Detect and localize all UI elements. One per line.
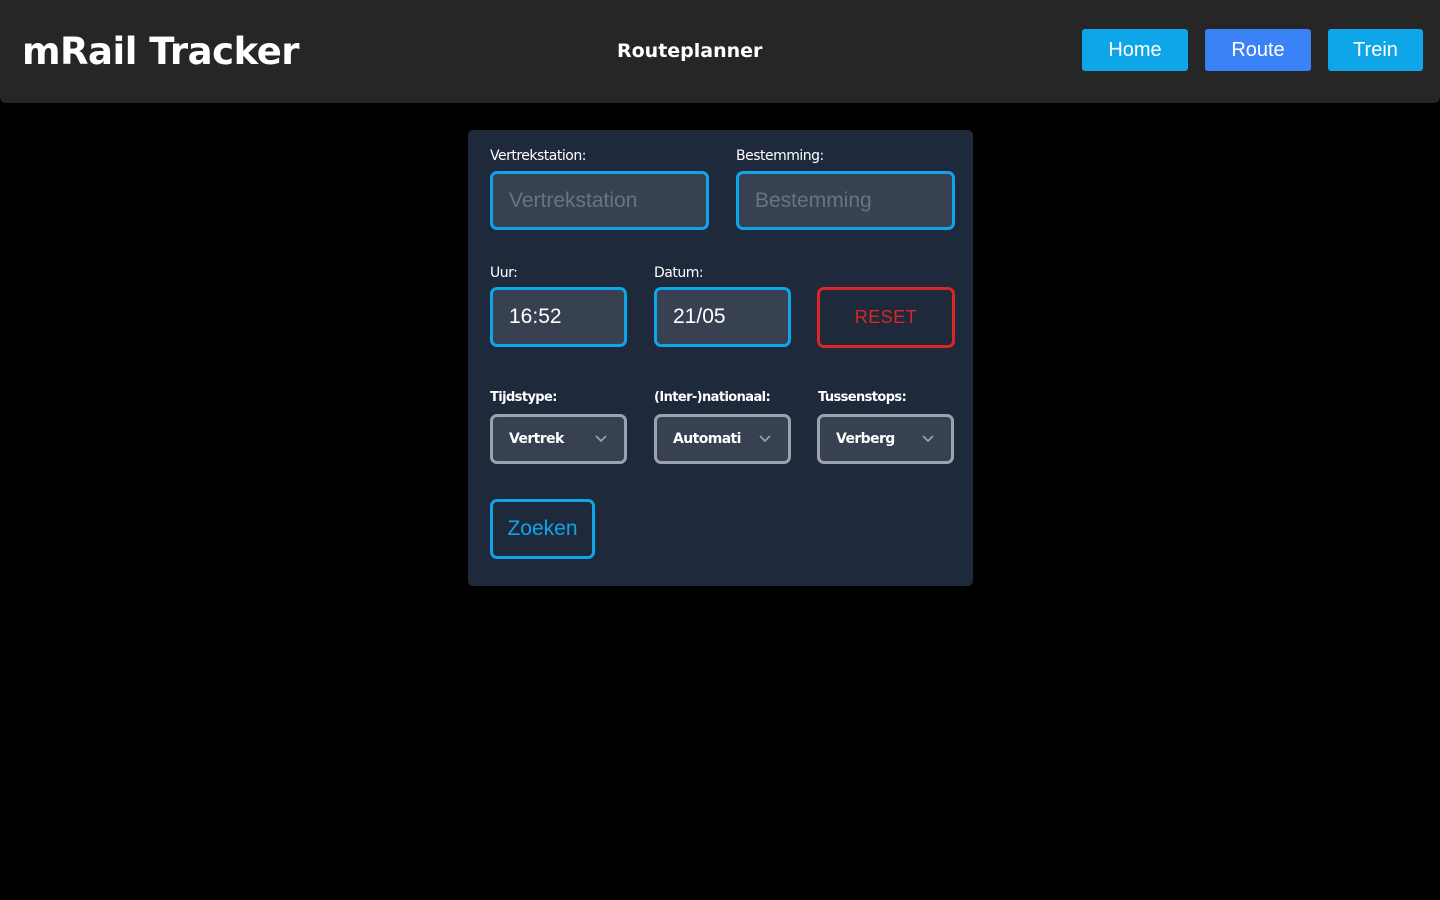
nav-home-button[interactable]: Home: [1082, 29, 1188, 71]
reset-button[interactable]: RESET: [817, 287, 955, 348]
page-heading: Routeplanner: [617, 40, 763, 62]
departure-input[interactable]: [490, 171, 709, 230]
time-type-select[interactable]: Vertrek: [490, 414, 627, 464]
scope-select[interactable]: Automati: [654, 414, 791, 464]
date-label: Datum:: [654, 265, 704, 281]
scope-label: (Inter-)nationaal:: [654, 390, 771, 405]
nav-route-button[interactable]: Route: [1205, 29, 1311, 71]
chevron-down-icon: [921, 434, 935, 444]
chevron-down-icon: [594, 434, 608, 444]
time-input[interactable]: [490, 287, 627, 347]
destination-label: Bestemming:: [736, 148, 824, 164]
app-title: mRail Tracker: [22, 30, 300, 73]
chevron-down-icon: [758, 434, 772, 444]
time-type-label: Tijdstype:: [490, 390, 557, 405]
route-form-card: Vertrekstation: Bestemming: Uur: Datum: …: [468, 130, 973, 586]
date-input[interactable]: [654, 287, 791, 347]
stops-value: Verberg: [836, 431, 895, 447]
time-label: Uur:: [490, 265, 518, 281]
top-header: mRail Tracker Routeplanner Home Route Tr…: [0, 0, 1440, 103]
departure-label: Vertrekstation:: [490, 148, 586, 164]
time-type-value: Vertrek: [509, 431, 564, 447]
stops-label: Tussenstops:: [818, 390, 907, 405]
search-button[interactable]: Zoeken: [490, 499, 595, 559]
scope-value: Automati: [673, 431, 741, 447]
destination-input[interactable]: [736, 171, 955, 230]
stops-select[interactable]: Verberg: [817, 414, 954, 464]
nav-trein-button[interactable]: Trein: [1328, 29, 1423, 71]
